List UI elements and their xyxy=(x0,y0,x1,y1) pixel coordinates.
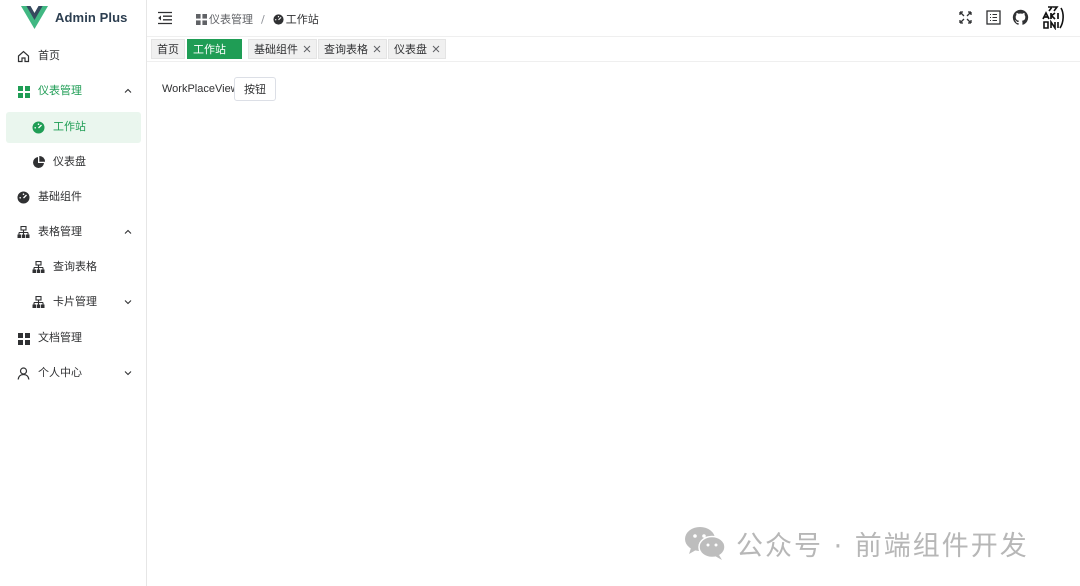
grid-icon xyxy=(17,85,30,98)
sidebar-item-home[interactable]: 首页 xyxy=(6,41,141,72)
tag-workstation[interactable]: 工作站 xyxy=(187,39,242,59)
watermark-text: 公众号 · 前端组件开发 xyxy=(736,530,1029,562)
home-icon xyxy=(17,50,30,63)
grid-icon xyxy=(17,332,30,345)
tag-label: 查询表格 xyxy=(324,43,368,56)
avatar[interactable] xyxy=(1040,5,1065,30)
speedometer-icon xyxy=(32,121,45,134)
sidebar-item-personal-center[interactable]: 个人中心 xyxy=(6,358,141,389)
tag-query-table[interactable]: 查询表格 xyxy=(318,39,387,59)
sidebar-item-label: 基础组件 xyxy=(38,190,82,203)
tag-home[interactable]: 首页 xyxy=(151,39,185,59)
tag-dashboard[interactable]: 仪表盘 xyxy=(388,39,446,59)
chevron-up-icon xyxy=(124,88,132,93)
pie-chart-icon xyxy=(32,156,45,169)
vue-logo-icon xyxy=(21,6,48,29)
sidebar-item-label: 查询表格 xyxy=(53,260,97,273)
sidebar-item-workstation[interactable]: 工作站 xyxy=(6,112,141,143)
header-actions xyxy=(147,0,1080,37)
sidebar-item-basic-components[interactable]: 基础组件 xyxy=(6,182,141,213)
watermark: 公众号 · 前端组件开发 xyxy=(683,522,1029,564)
sidebar-item-label: 卡片管理 xyxy=(53,295,97,308)
github-icon[interactable] xyxy=(1012,9,1029,26)
tag-label: 首页 xyxy=(157,43,179,56)
main-content: WorkPlaceView 按钮 xyxy=(147,62,1080,586)
sidebar-item-query-table[interactable]: 查询表格 xyxy=(6,252,141,283)
chevron-up-icon xyxy=(124,229,132,234)
sidebar-item-label: 工作站 xyxy=(53,120,86,133)
close-icon[interactable] xyxy=(373,45,381,53)
view-label: WorkPlaceView xyxy=(162,83,239,95)
sidebar-item-dashboard[interactable]: 仪表盘 xyxy=(6,147,141,178)
sidebar-item-card-management[interactable]: 卡片管理 xyxy=(6,287,141,318)
org-chart-icon xyxy=(32,261,45,274)
sidebar-item-label: 表格管理 xyxy=(38,225,82,238)
sidebar-item-table-management[interactable]: 表格管理 xyxy=(6,217,141,248)
user-icon xyxy=(17,367,30,380)
sidebar: Admin Plus 首页 仪表管理 工作站 仪表盘 基础组件 表格管理 查询表… xyxy=(0,0,147,586)
speedometer-icon xyxy=(17,191,30,204)
fullscreen-icon[interactable] xyxy=(957,9,974,26)
sidebar-item-document-management[interactable]: 文档管理 xyxy=(6,323,141,354)
primary-button[interactable]: 按钮 xyxy=(234,77,276,101)
sidebar-item-label: 首页 xyxy=(38,49,60,62)
sidebar-item-dashboard-management[interactable]: 仪表管理 xyxy=(6,76,141,107)
document-icon[interactable] xyxy=(985,9,1002,26)
tags-view: 首页 工作站 基础组件 查询表格 仪表盘 xyxy=(147,37,1080,62)
org-chart-icon xyxy=(32,296,45,309)
org-chart-icon xyxy=(17,226,30,239)
close-icon[interactable] xyxy=(432,45,440,53)
logo[interactable]: Admin Plus xyxy=(0,0,147,37)
chevron-down-icon xyxy=(124,300,132,305)
sidebar-item-label: 个人中心 xyxy=(38,366,82,379)
tag-basic-components[interactable]: 基础组件 xyxy=(248,39,317,59)
sidebar-item-label: 仪表管理 xyxy=(38,84,82,97)
tag-label: 工作站 xyxy=(193,43,226,56)
chevron-down-icon xyxy=(124,371,132,376)
wechat-icon xyxy=(685,527,726,560)
close-icon[interactable] xyxy=(303,45,311,53)
tag-label: 仪表盘 xyxy=(394,43,427,56)
sidebar-item-label: 仪表盘 xyxy=(53,155,86,168)
sidebar-item-label: 文档管理 xyxy=(38,331,82,344)
tag-label: 基础组件 xyxy=(254,43,298,56)
top-header: 仪表管理 / 工作站 xyxy=(147,0,1080,37)
app-title: Admin Plus xyxy=(55,10,128,25)
